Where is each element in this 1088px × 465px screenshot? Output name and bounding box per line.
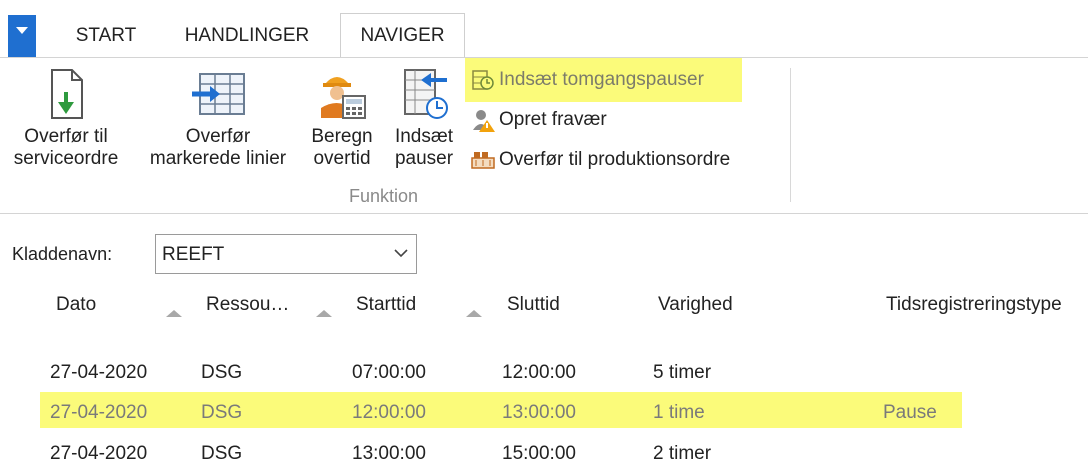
insert-pauses-label-2: pauser xyxy=(394,148,454,169)
cell-varighed: 5 timer xyxy=(653,362,712,383)
batch-name-value: REEFT xyxy=(162,244,225,265)
table-clock-icon xyxy=(404,69,448,119)
production-order-icon xyxy=(471,152,495,169)
create-absence-action[interactable]: Opret fravær xyxy=(470,103,607,137)
cell-dato: 27-04-2020 xyxy=(50,402,148,423)
transfer-marked-lines-label-2: markerede linier xyxy=(149,148,287,169)
insert-pauses-label-1: Indsæt xyxy=(394,126,454,147)
cell-ressource: DSG xyxy=(201,362,243,383)
insert-idle-pauses-label: Indsæt tomgangspauser xyxy=(499,69,704,90)
cell-starttid: 07:00:00 xyxy=(352,362,426,383)
sort-arrow-icon xyxy=(466,310,482,317)
tab-start[interactable]: START xyxy=(56,14,156,57)
create-absence-label: Opret fravær xyxy=(499,109,607,130)
chevron-down-icon xyxy=(394,249,408,258)
transfer-to-production-order-action[interactable]: Overfør til produktionsordre xyxy=(470,143,730,177)
document-transfer-icon xyxy=(51,69,83,119)
ribbon-group-separator xyxy=(790,68,791,202)
worker-calculator-icon xyxy=(321,77,366,119)
cell-sluttid: 13:00:00 xyxy=(502,402,576,423)
calculate-overtime-label-2: overtid xyxy=(313,148,371,169)
cell-type: Pause xyxy=(883,402,937,423)
batch-name-select[interactable]: REEFT xyxy=(155,234,417,274)
insert-idle-pauses-action[interactable]: Indsæt tomgangspauser xyxy=(470,63,704,97)
row-highlight-marker xyxy=(40,392,962,428)
cell-starttid: 13:00:00 xyxy=(352,443,426,464)
column-header-varighed[interactable]: Varighed xyxy=(658,294,733,316)
cell-dato: 27-04-2020 xyxy=(50,443,148,464)
tab-handlinger[interactable]: HANDLINGER xyxy=(166,14,328,57)
ribbon-divider xyxy=(0,213,1088,214)
calculate-overtime-label-1: Beregn xyxy=(311,126,373,147)
column-header-starttid[interactable]: Starttid xyxy=(356,294,416,316)
transfer-marked-lines-button[interactable]: Overfør markerede linier xyxy=(138,68,298,170)
cell-ressource: DSG xyxy=(201,443,243,464)
dropdown-arrow-icon xyxy=(16,27,28,34)
sort-arrow-icon xyxy=(166,310,182,317)
cell-sluttid: 15:00:00 xyxy=(502,443,576,464)
transfer-to-service-order-button[interactable]: Overfør til serviceordre xyxy=(4,68,128,170)
calculate-overtime-button[interactable]: Beregn overtid xyxy=(302,68,382,170)
column-header-tidsregistreringstype[interactable]: Tidsregistreringstype xyxy=(886,294,1062,316)
ribbon-group-label: Funktion xyxy=(349,186,419,206)
app-menu-button[interactable] xyxy=(8,15,36,57)
cell-varighed: 2 timer xyxy=(653,443,712,464)
insert-pauses-button[interactable]: Indsæt pauser xyxy=(388,68,460,170)
cell-dato: 27-04-2020 xyxy=(50,362,148,383)
sort-arrow-icon xyxy=(316,310,332,317)
transfer-to-production-order-label: Overfør til produktionsordre xyxy=(499,149,731,170)
insert-idle-pause-icon xyxy=(472,70,494,90)
cell-starttid: 12:00:00 xyxy=(352,402,426,423)
column-header-sluttid[interactable]: Sluttid xyxy=(507,294,560,316)
ribbon-tab-bar: START HANDLINGER NAVIGER xyxy=(0,0,1088,59)
tab-naviger[interactable]: NAVIGER xyxy=(340,13,465,59)
transfer-to-service-order-label-2: serviceordre xyxy=(13,148,119,169)
transfer-to-service-order-label-1: Overfør til xyxy=(24,126,108,147)
column-header-ressource[interactable]: Ressou… xyxy=(206,294,289,316)
absence-person-icon xyxy=(473,110,495,132)
grid-transfer-icon xyxy=(192,73,245,115)
batch-name-label: Kladdenavn: xyxy=(12,244,113,264)
cell-varighed: 1 time xyxy=(653,402,705,423)
transfer-marked-lines-label-1: Overfør xyxy=(185,126,251,147)
cell-ressource: DSG xyxy=(201,402,243,423)
column-header-dato[interactable]: Dato xyxy=(56,294,96,316)
cell-sluttid: 12:00:00 xyxy=(502,362,576,383)
